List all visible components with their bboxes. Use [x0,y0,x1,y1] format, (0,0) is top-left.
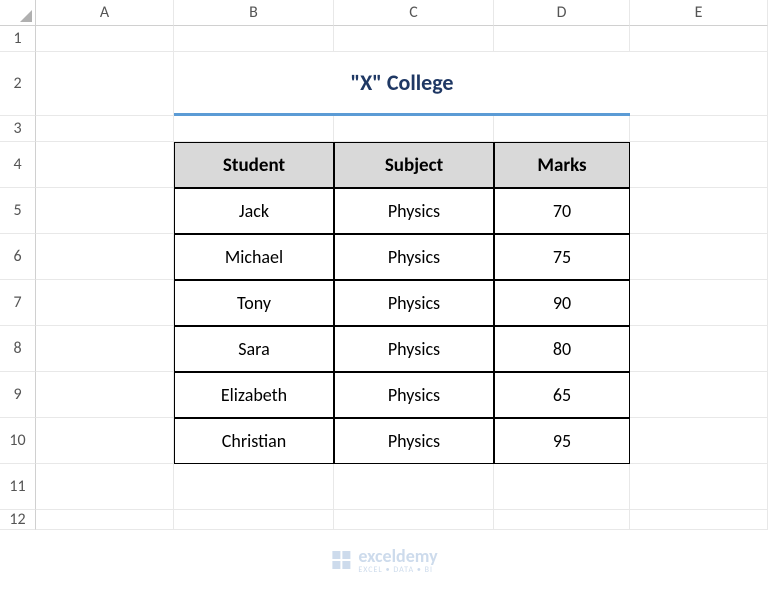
cell-e5[interactable] [630,188,768,234]
watermark-sub: EXCEL • DATA • BI [358,565,437,575]
cell-e8[interactable] [630,326,768,372]
cell-subject-5[interactable]: Physics [334,372,494,418]
select-all-corner[interactable] [0,0,36,26]
cell-e6[interactable] [630,234,768,280]
cell-subject-1[interactable]: Physics [334,188,494,234]
cell-e11[interactable] [630,464,768,510]
header-subject[interactable]: Subject [334,142,494,188]
cell-student-4[interactable]: Sara [174,326,334,372]
row-header-9[interactable]: 9 [0,372,36,418]
cell-c12[interactable] [334,510,494,530]
cell-a7[interactable] [36,280,174,326]
cell-a12[interactable] [36,510,174,530]
row-header-5[interactable]: 5 [0,188,36,234]
cell-student-3[interactable]: Tony [174,280,334,326]
row-header-10[interactable]: 10 [0,418,36,464]
row-header-3[interactable]: 3 [0,116,36,142]
cell-a6[interactable] [36,234,174,280]
cell-marks-2[interactable]: 75 [494,234,630,280]
cell-student-2[interactable]: Michael [174,234,334,280]
cell-a4[interactable] [36,142,174,188]
cell-d12[interactable] [494,510,630,530]
cell-d1[interactable] [494,26,630,52]
cell-marks-3[interactable]: 90 [494,280,630,326]
cell-student-1[interactable]: Jack [174,188,334,234]
col-header-d[interactable]: D [494,0,630,26]
cell-e1[interactable] [630,26,768,52]
watermark-text: exceldemy EXCEL • DATA • BI [358,545,437,575]
row-header-2[interactable]: 2 [0,52,36,116]
cell-a1[interactable] [36,26,174,52]
cell-marks-1[interactable]: 70 [494,188,630,234]
cell-c3[interactable] [334,116,494,142]
row-header-11[interactable]: 11 [0,464,36,510]
cell-e12[interactable] [630,510,768,530]
cell-a5[interactable] [36,188,174,234]
cell-d3[interactable] [494,116,630,142]
cell-b3[interactable] [174,116,334,142]
cell-c11[interactable] [334,464,494,510]
cell-b11[interactable] [174,464,334,510]
cell-subject-4[interactable]: Physics [334,326,494,372]
row-header-12[interactable]: 12 [0,510,36,530]
cell-marks-5[interactable]: 65 [494,372,630,418]
cell-subject-6[interactable]: Physics [334,418,494,464]
row-header-1[interactable]: 1 [0,26,36,52]
row-header-8[interactable]: 8 [0,326,36,372]
col-header-c[interactable]: C [334,0,494,26]
spreadsheet-grid: A B C D E 1 2 "X" College 3 4 Student Su… [0,0,768,530]
row-header-6[interactable]: 6 [0,234,36,280]
cell-student-6[interactable]: Christian [174,418,334,464]
cell-e2[interactable] [630,52,768,116]
cell-e7[interactable] [630,280,768,326]
cell-subject-3[interactable]: Physics [334,280,494,326]
cell-a8[interactable] [36,326,174,372]
cell-e4[interactable] [630,142,768,188]
col-header-b[interactable]: B [174,0,334,26]
col-header-e[interactable]: E [630,0,768,26]
row-header-7[interactable]: 7 [0,280,36,326]
cell-c1[interactable] [334,26,494,52]
watermark: exceldemy EXCEL • DATA • BI [330,545,437,575]
col-header-a[interactable]: A [36,0,174,26]
cell-a9[interactable] [36,372,174,418]
header-marks[interactable]: Marks [494,142,630,188]
cell-b12[interactable] [174,510,334,530]
cell-e3[interactable] [630,116,768,142]
cell-a3[interactable] [36,116,174,142]
header-student[interactable]: Student [174,142,334,188]
title-cell[interactable]: "X" College [174,52,630,116]
cell-student-5[interactable]: Elizabeth [174,372,334,418]
cell-a2[interactable] [36,52,174,116]
cell-d11[interactable] [494,464,630,510]
cell-marks-4[interactable]: 80 [494,326,630,372]
cell-e9[interactable] [630,372,768,418]
cell-e10[interactable] [630,418,768,464]
cell-b1[interactable] [174,26,334,52]
cell-a10[interactable] [36,418,174,464]
row-header-4[interactable]: 4 [0,142,36,188]
cell-marks-6[interactable]: 95 [494,418,630,464]
watermark-icon [330,549,352,571]
cell-subject-2[interactable]: Physics [334,234,494,280]
cell-a11[interactable] [36,464,174,510]
